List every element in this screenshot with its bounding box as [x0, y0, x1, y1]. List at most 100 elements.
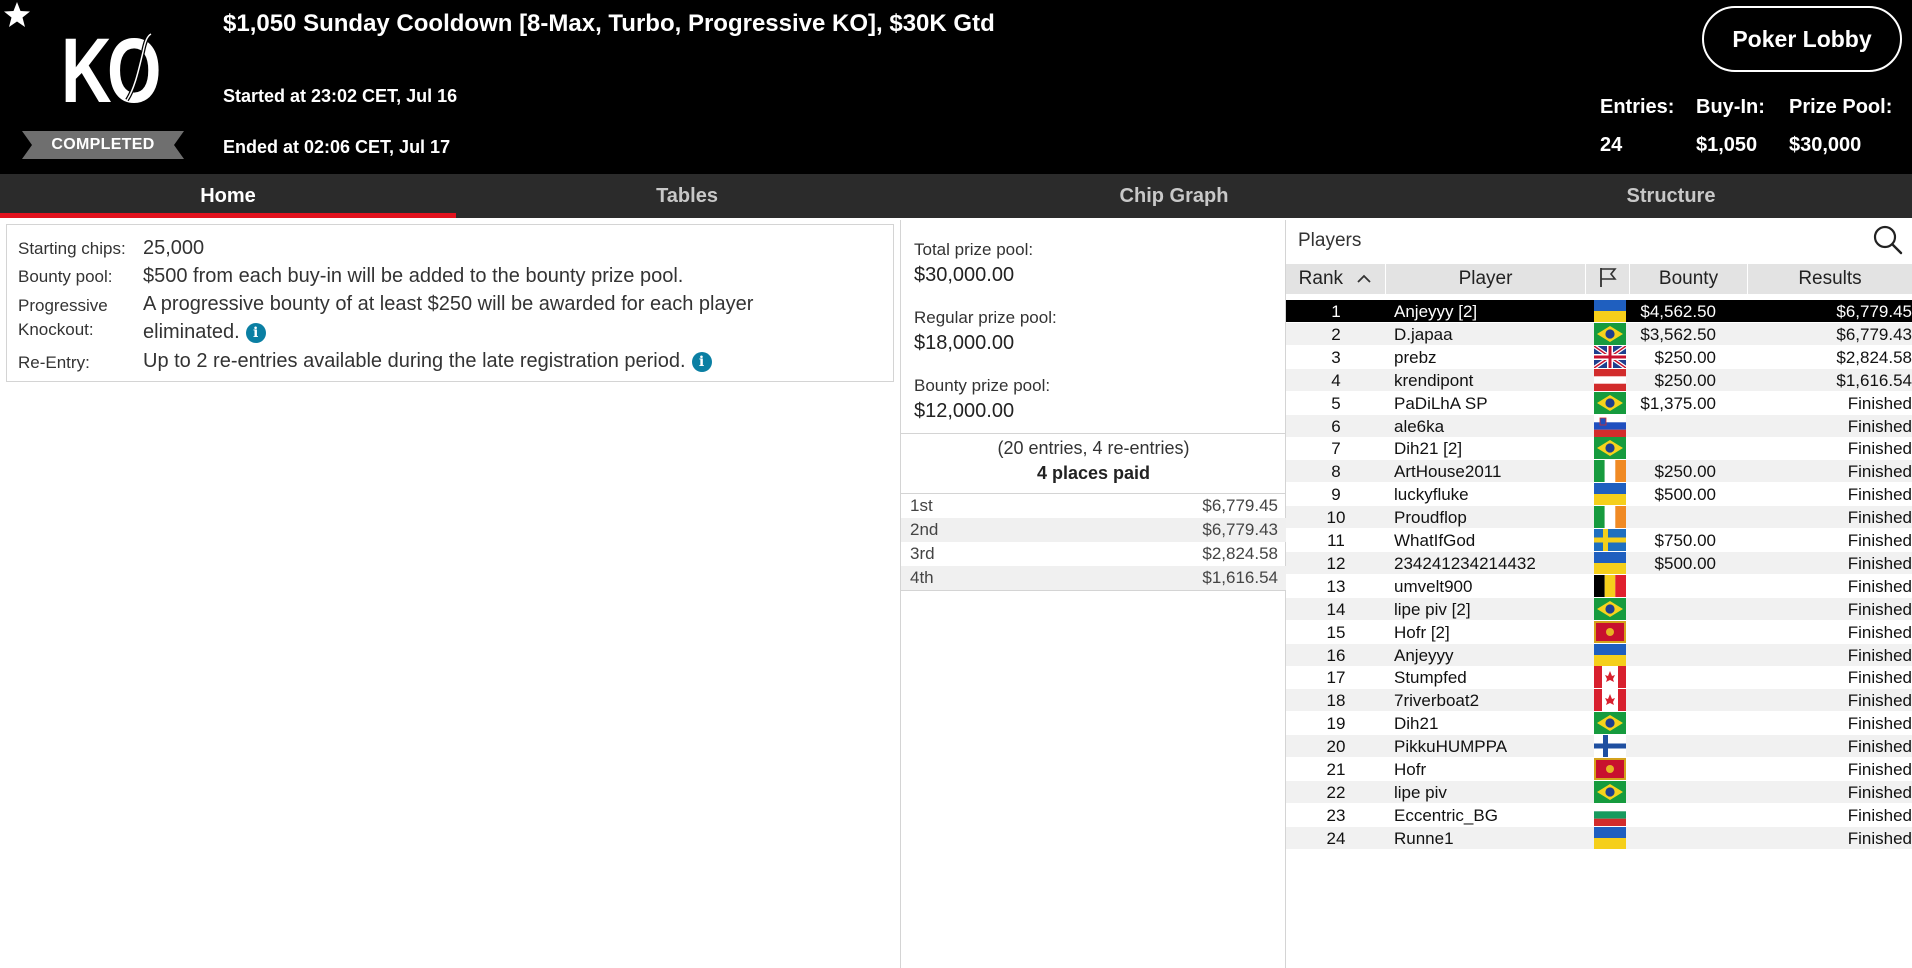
start-time: Started at 23:02 CET, Jul 16	[223, 86, 458, 106]
tab-bar: Home Tables Chip Graph Structure	[0, 174, 1912, 218]
rank-column-header[interactable]: Rank	[1286, 264, 1386, 294]
buyin-label: Buy-In:	[1696, 96, 1765, 118]
progressive-value-line2: eliminated. i	[143, 321, 266, 344]
player-rank: 23	[1326, 805, 1346, 825]
total-prize-label: Total prize pool:	[914, 240, 1034, 259]
table-row[interactable]: 23 Eccentric_BG Finished	[1286, 803, 1912, 826]
starting-chips-label: Starting chips:	[18, 239, 126, 258]
player-result: Finished	[1847, 714, 1912, 734]
divider	[901, 433, 1286, 434]
brazil-flag-icon	[1594, 780, 1626, 803]
player-rank: 4	[1331, 370, 1341, 390]
buyin-value: $1,050	[1696, 134, 1758, 156]
player-bounty: $1,375.00	[1640, 393, 1716, 413]
tab-home[interactable]: Home	[0, 174, 456, 218]
player-result: Finished	[1847, 439, 1912, 459]
table-row[interactable]: 22 lipe piv Finished	[1286, 780, 1912, 803]
table-row[interactable]: 7 Dih21 [2] Finished	[1286, 437, 1912, 460]
table-row[interactable]: 4 krendipont $250.00 $1,616.54	[1286, 368, 1912, 391]
player-bounty: $4,562.50	[1640, 302, 1716, 321]
players-panel: Players Rank Player Bounty Results 1 Anje…	[1286, 220, 1912, 968]
brazil-flag-icon	[1594, 322, 1626, 345]
info-icon[interactable]: i	[245, 323, 266, 343]
table-row[interactable]: 19 Dih21 Finished	[1286, 712, 1912, 735]
table-row[interactable]: 12 234241234214432 $500.00 Finished	[1286, 551, 1912, 574]
payout-amount: $6,779.45	[1202, 496, 1278, 515]
montenegro-flag-icon	[1594, 620, 1626, 643]
player-rank: 12	[1326, 553, 1346, 573]
table-row[interactable]: 3 prebz $250.00 $2,824.58	[1286, 345, 1912, 368]
bounty-prize-value: $12,000.00	[914, 400, 1015, 422]
player-result: Finished	[1847, 508, 1912, 528]
tab-structure[interactable]: Structure	[1430, 174, 1912, 218]
player-name: 7riverboat2	[1394, 691, 1480, 711]
player-result: Finished	[1847, 805, 1912, 825]
table-row[interactable]: 6 ale6ka Finished	[1286, 414, 1912, 437]
search-icon[interactable]	[1872, 224, 1904, 256]
player-name: PikkuHUMPPA	[1394, 737, 1508, 757]
table-row[interactable]: 24 Runne1 Finished	[1286, 826, 1912, 849]
player-rank: 14	[1326, 599, 1346, 619]
player-name: lipe piv	[1394, 782, 1447, 802]
table-row[interactable]: 9 luckyfluke $500.00 Finished	[1286, 483, 1912, 506]
table-row[interactable]: 16 Anjeyyy Finished	[1286, 643, 1912, 666]
svg-text:KO: KO	[61, 20, 159, 110]
player-name: D.japaa	[1394, 324, 1453, 344]
tab-chip-graph[interactable]: Chip Graph	[918, 174, 1430, 218]
flag-column-header[interactable]	[1586, 264, 1630, 294]
table-row[interactable]: 21 Hofr Finished	[1286, 758, 1912, 780]
star-icon[interactable]	[2, 0, 32, 30]
table-row[interactable]: 17 Stumpfed Finished	[1286, 666, 1912, 689]
table-row[interactable]: 2 D.japaa $3,562.50 $6,779.43	[1286, 322, 1912, 345]
payout-amount: $6,779.43	[1202, 520, 1278, 539]
end-time: Ended at 02:06 CET, Jul 17	[223, 137, 451, 157]
canada-flag-icon	[1594, 666, 1626, 689]
player-result: Finished	[1847, 828, 1912, 848]
table-row[interactable]: 11 WhatIfGod $750.00 Finished	[1286, 529, 1912, 551]
brazil-flag-icon	[1594, 597, 1626, 620]
table-row[interactable]: 5 PaDiLhA SP $1,375.00 Finished	[1286, 391, 1912, 414]
table-row[interactable]: 13 umvelt900 Finished	[1286, 574, 1912, 597]
player-result: $6,779.45	[1836, 302, 1912, 321]
player-result: Finished	[1847, 553, 1912, 573]
player-name: Proudflop	[1394, 508, 1467, 528]
bounty-pool-label: Bounty pool:	[18, 267, 113, 286]
poker-lobby-button[interactable]: Poker Lobby	[1702, 6, 1902, 72]
player-bounty: $500.00	[1654, 553, 1716, 573]
player-rank: 2	[1331, 324, 1341, 344]
player-name: Stumpfed	[1394, 668, 1467, 688]
player-result: Finished	[1847, 416, 1912, 436]
table-row[interactable]: 20 PikkuHUMPPA Finished	[1286, 735, 1912, 758]
brazil-flag-icon	[1594, 437, 1626, 460]
player-rank: 15	[1326, 622, 1346, 642]
player-column-header[interactable]: Player	[1386, 264, 1586, 294]
player-rank: 11	[1327, 531, 1345, 550]
tab-tables[interactable]: Tables	[456, 174, 918, 218]
player-result: Finished	[1847, 462, 1912, 482]
table-row[interactable]: 8 ArtHouse2011 $250.00 Finished	[1286, 460, 1912, 483]
table-row[interactable]: 10 Proudflop Finished	[1286, 506, 1912, 529]
player-result: Finished	[1847, 576, 1912, 596]
info-icon[interactable]: i	[691, 352, 712, 372]
table-row[interactable]: 18 7riverboat2 Finished	[1286, 689, 1912, 712]
table-row[interactable]: 1 Anjeyyy [2] $4,562.50 $6,779.45	[1286, 300, 1912, 322]
bounty-column-header[interactable]: Bounty	[1630, 264, 1748, 294]
player-rank: 22	[1326, 782, 1346, 802]
player-bounty: $250.00	[1654, 462, 1716, 482]
player-result: Finished	[1847, 531, 1912, 550]
results-column-header[interactable]: Results	[1748, 264, 1912, 294]
tournament-info-panel: Starting chips: 25,000 Bounty pool: $500…	[6, 224, 894, 382]
table-row[interactable]: 14 lipe piv [2] Finished	[1286, 597, 1912, 620]
player-name: ale6ka	[1394, 416, 1445, 436]
reentry-value-line: Up to 2 re-entries available during the …	[143, 350, 712, 373]
table-row[interactable]: 15 Hofr [2] Finished	[1286, 620, 1912, 643]
player-name: ArtHouse2011	[1394, 462, 1502, 482]
player-name: Hofr [2]	[1394, 622, 1450, 642]
regular-prize-label: Regular prize pool:	[914, 308, 1057, 327]
ukraine-flag-icon	[1594, 826, 1626, 849]
reentry-value: Up to 2 re-entries available during the …	[143, 350, 686, 372]
status-badge: COMPLETED	[22, 131, 184, 159]
divider	[901, 590, 1286, 591]
player-name: 234241234214432	[1394, 553, 1536, 573]
progressive-value-text: eliminated.	[143, 321, 240, 343]
